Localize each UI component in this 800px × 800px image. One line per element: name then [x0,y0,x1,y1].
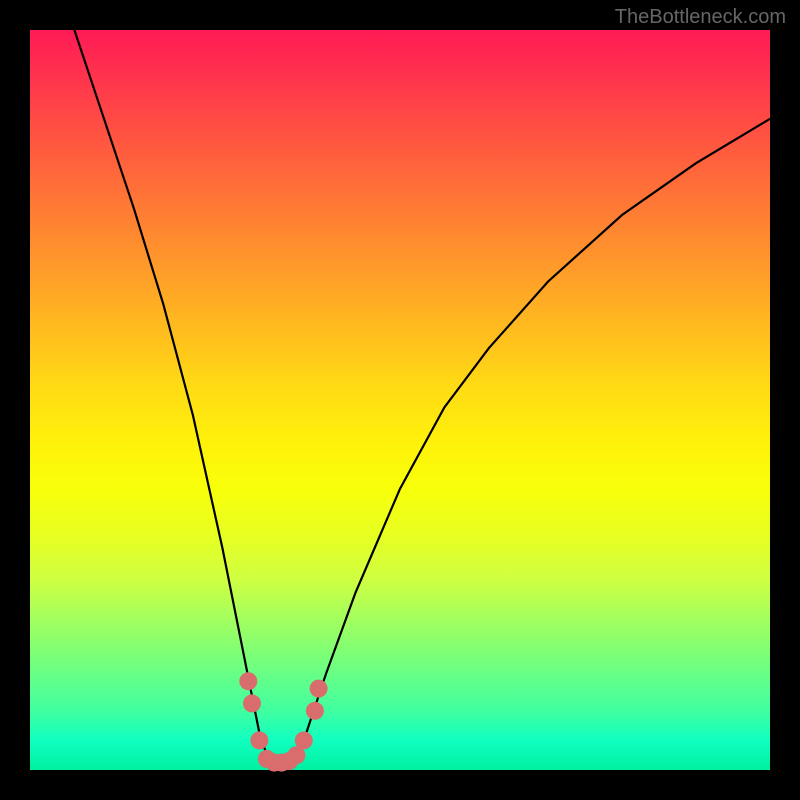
markers-group [239,672,327,771]
chart-svg [30,30,770,770]
highlight-dot [306,702,324,720]
highlight-dot [243,694,261,712]
curve-group [74,30,770,763]
highlight-dot [250,731,268,749]
highlight-dot [239,672,257,690]
watermark-text: TheBottleneck.com [615,6,786,29]
chart-plot-area [30,30,770,770]
highlight-dot [310,680,328,698]
bottleneck-curve [74,30,770,763]
highlight-dot [295,731,313,749]
